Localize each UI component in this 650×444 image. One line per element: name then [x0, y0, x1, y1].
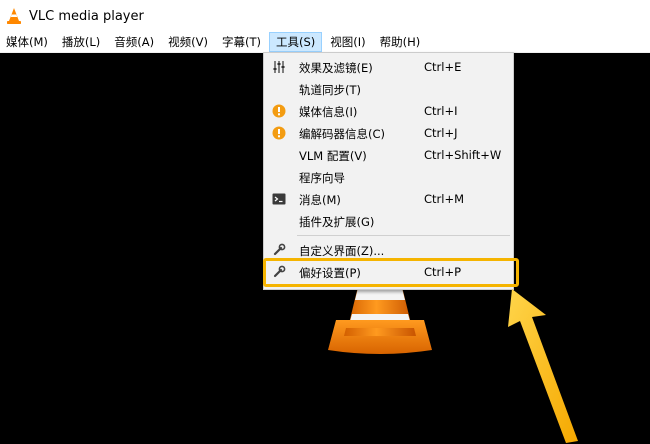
menu-video[interactable]: 视频(V) [162, 32, 214, 52]
menu-playback[interactable]: 播放(L) [56, 32, 106, 52]
title-bar: VLC media player [0, 0, 650, 32]
menu-media[interactable]: 媒体(M) [0, 32, 54, 52]
wrench-icon [271, 242, 287, 258]
menu-item-track-sync[interactable]: 轨道同步(T) [264, 78, 513, 100]
menu-help[interactable]: 帮助(H) [374, 32, 427, 52]
menu-bar: 媒体(M) 播放(L) 音频(A) 视频(V) 字幕(T) 工具(S) 视图(I… [0, 32, 650, 53]
menu-item-wizard[interactable]: 程序向导 [264, 166, 513, 188]
pointer-arrow-icon [508, 289, 578, 443]
info-icon [271, 103, 287, 119]
menu-item-media-info[interactable]: 媒体信息(I) Ctrl+I [264, 100, 513, 122]
terminal-icon [271, 191, 287, 207]
menu-item-vlm-config[interactable]: VLM 配置(V) Ctrl+Shift+W [264, 144, 513, 166]
menu-item-effects-filters[interactable]: 效果及滤镜(E) Ctrl+E [264, 56, 513, 78]
menu-item-plugins[interactable]: 插件及扩展(G) [264, 210, 513, 232]
menu-separator [297, 235, 510, 236]
window-title: VLC media player [29, 8, 144, 24]
info-icon [271, 125, 287, 141]
menu-item-messages[interactable]: 消息(M) Ctrl+M [264, 188, 513, 210]
tools-dropdown-menu: 效果及滤镜(E) Ctrl+E 轨道同步(T) 媒体信息(I) Ctrl+I 编… [263, 52, 514, 290]
preferences-highlight-box [263, 258, 519, 287]
menu-item-codec-info[interactable]: 编解码器信息(C) Ctrl+J [264, 122, 513, 144]
menu-view[interactable]: 视图(I) [324, 32, 371, 52]
vlc-logo-icon [7, 8, 21, 24]
menu-tools[interactable]: 工具(S) [268, 32, 323, 52]
equalizer-icon [271, 59, 287, 75]
menu-audio[interactable]: 音频(A) [108, 32, 160, 52]
menu-subtitle[interactable]: 字幕(T) [216, 32, 267, 52]
